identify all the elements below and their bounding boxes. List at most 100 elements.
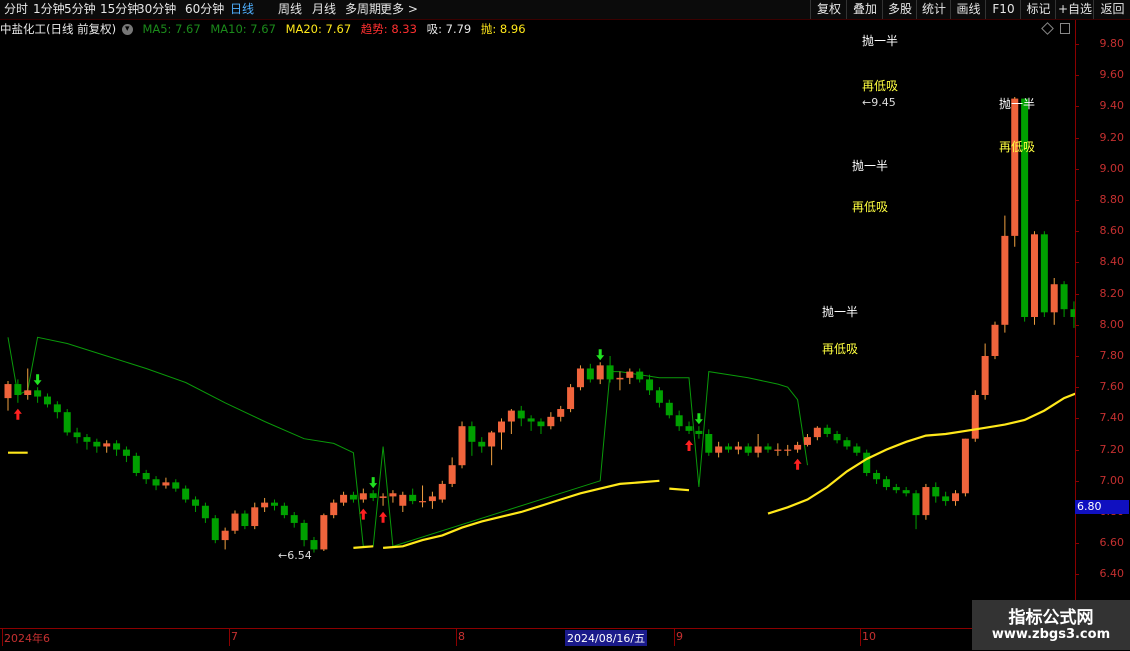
ma10-value: MA10: 7.67 [210, 22, 276, 36]
candle-body [231, 513, 239, 531]
period-tab-8[interactable]: 月线 [312, 0, 336, 19]
price-tick-label: 8.20 [1099, 286, 1125, 300]
candle-body [34, 390, 42, 397]
toolbar-button-3[interactable]: 统计 [916, 0, 951, 19]
candle-body [981, 356, 989, 395]
price-tick-mark [1075, 480, 1079, 482]
toolbar-button-7[interactable]: +自选 [1055, 0, 1094, 19]
buy-arrow-icon [685, 440, 694, 451]
date-label: 9 [676, 630, 683, 643]
period-tab-2[interactable]: 5分钟 [64, 0, 96, 19]
collapse-icon[interactable] [1041, 22, 1054, 35]
candle-body [389, 493, 397, 497]
candle-body [833, 434, 841, 441]
candle-body [547, 416, 555, 427]
period-tab-9[interactable]: 多周期 [345, 0, 381, 19]
candle-body [961, 438, 969, 494]
toolbar-button-1[interactable]: 叠加 [846, 0, 883, 19]
candle-body [517, 410, 525, 419]
candle-body [1040, 234, 1048, 313]
price-tick-label: 7.80 [1099, 349, 1125, 362]
toolbar-button-0[interactable]: 复权 [810, 0, 847, 19]
candle-body [428, 496, 436, 502]
panel-close-icon[interactable] [1060, 23, 1070, 34]
candle-body [468, 426, 476, 442]
price-tick-label: 6.40 [1099, 567, 1125, 581]
candle-body [1030, 234, 1038, 317]
ma20-value: MA20: 7.67 [285, 22, 352, 36]
price-tick-mark [1075, 137, 1079, 139]
period-tab-5[interactable]: 60分钟 [185, 0, 224, 19]
candle-body [251, 507, 259, 527]
sell-half-label: 抛一半 [822, 305, 859, 319]
period-tab-6[interactable]: 日线 [230, 0, 254, 19]
price-tick-mark [1075, 168, 1079, 170]
toolbar-button-2[interactable]: 多股 [882, 0, 917, 19]
date-tick-mark [674, 628, 675, 646]
candle-body [478, 441, 486, 447]
candle-body [359, 493, 367, 500]
candle-body [63, 412, 71, 433]
candle-body [192, 499, 200, 506]
buy-again-label: 再低吸 [852, 200, 889, 214]
price-tick-label: 9.80 [1099, 37, 1125, 50]
price-tick-label: 9.00 [1099, 161, 1125, 175]
candle-body [507, 410, 515, 422]
candle-body [734, 446, 742, 450]
candle-body [458, 426, 466, 466]
toolbar-button-5[interactable]: F10 [985, 0, 1021, 19]
toolbar-button-8[interactable]: 返回 [1093, 0, 1130, 19]
candle-body [409, 494, 417, 502]
candle-body [399, 494, 407, 506]
price-tick-mark [1075, 262, 1079, 264]
candle-body [715, 446, 723, 453]
date-label: 2024年6 [4, 632, 50, 645]
period-tab-0[interactable]: 分时 [4, 0, 28, 19]
candle-body [379, 496, 387, 498]
candle-body [488, 432, 496, 447]
candle-body [725, 446, 733, 450]
ma-yellow-line [383, 479, 660, 549]
candle-body [4, 384, 12, 399]
candle-body [705, 434, 713, 453]
candle-body [103, 443, 111, 447]
current-price-marker: 6.80 [1075, 500, 1129, 514]
candle-body [1050, 284, 1058, 313]
candle-body [419, 501, 427, 503]
settings-dropdown-icon[interactable]: ▾ [121, 24, 133, 35]
date-tick-mark [2, 628, 3, 646]
buy-arrow-icon [379, 511, 388, 523]
candle-body [636, 371, 644, 380]
candle-body [290, 515, 298, 523]
buy-arrow-icon [13, 408, 22, 420]
candle-body [162, 482, 170, 486]
price-tick-label: 6.60 [1099, 536, 1125, 550]
price-tick-label: 9.40 [1099, 99, 1125, 113]
buy-again-label: 再低吸 [999, 140, 1036, 154]
candle-body [813, 427, 821, 438]
price-tick-mark [1075, 231, 1079, 233]
period-tab-1[interactable]: 1分钟 [33, 0, 65, 19]
date-tick-mark [860, 628, 861, 646]
date-label: 10 [862, 630, 876, 643]
candle-body [892, 487, 900, 491]
candle-body [300, 522, 308, 541]
stock-title[interactable]: 中盐化工(日线 前复权) [0, 22, 116, 36]
period-tab-3[interactable]: 15分钟 [100, 0, 139, 19]
candlestick-chart[interactable] [0, 38, 1075, 628]
toolbar-button-6[interactable]: 标记 [1020, 0, 1056, 19]
period-tab-4[interactable]: 30分钟 [137, 0, 176, 19]
candle-body [991, 324, 999, 356]
trend-value: 趋势: 8.33 [360, 22, 417, 36]
period-tab-7[interactable]: 周线 [278, 0, 302, 19]
candle-body [1060, 284, 1068, 310]
indicator-info-bar: 中盐化工(日线 前复权) ▾ MA5: 7.67 MA10: 7.67 MA20… [0, 20, 528, 38]
candle-body [330, 502, 338, 516]
price-tick-label: 8.60 [1099, 224, 1125, 238]
period-tab-10[interactable]: 更多 > [380, 0, 418, 19]
toolbar-button-4[interactable]: 画线 [950, 0, 986, 19]
candle-body [438, 483, 446, 500]
candle-body [448, 465, 456, 484]
candle-body [1001, 235, 1009, 325]
candle-body [586, 368, 594, 380]
